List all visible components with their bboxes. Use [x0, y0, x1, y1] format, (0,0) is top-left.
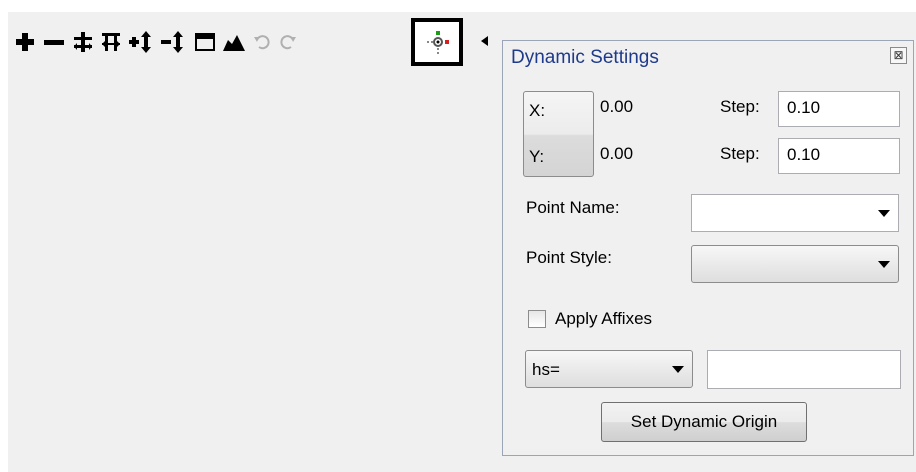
apply-affixes-label[interactable]: Apply Affixes — [555, 309, 652, 329]
y-label: Y: — [529, 147, 545, 166]
point-style-label: Point Style: — [526, 248, 612, 267]
dialog-title: Dynamic Settings — [511, 47, 659, 68]
x-step-label: Step: — [720, 97, 760, 116]
undo-icon — [252, 30, 272, 54]
point-name-label: Point Name: — [526, 198, 620, 217]
chevron-down-icon — [878, 210, 890, 217]
dynamic-settings-toggle[interactable] — [411, 18, 463, 66]
redo-icon — [278, 30, 298, 54]
close-icon[interactable]: ⊠ — [890, 47, 907, 64]
dynamic-point-icon — [427, 31, 449, 54]
point-name-combo[interactable] — [691, 194, 899, 232]
y-step-input[interactable]: 0.10 — [778, 138, 900, 174]
x-value: 0.00 — [600, 97, 634, 116]
affix-text-input[interactable] — [707, 350, 901, 389]
minus-icon[interactable] — [42, 30, 66, 54]
affix-select[interactable]: hs= — [525, 350, 693, 388]
terrain-icon[interactable] — [222, 30, 246, 54]
y-value: 0.00 — [600, 144, 634, 163]
set-dynamic-origin-button[interactable]: Set Dynamic Origin — [601, 402, 807, 442]
remove-row-icon[interactable] — [160, 30, 188, 54]
y-step-label: Step: — [720, 144, 760, 163]
plus-icon[interactable] — [14, 30, 36, 54]
x-label: X: — [529, 101, 546, 120]
chevron-down-icon — [878, 261, 890, 268]
window-icon[interactable] — [194, 30, 216, 54]
x-step-input[interactable]: 0.10 — [778, 91, 900, 127]
add-row-icon[interactable] — [128, 30, 156, 54]
collapse-left-icon[interactable] — [478, 34, 492, 48]
apply-affixes-checkbox[interactable] — [528, 310, 546, 328]
chevron-down-icon — [672, 366, 684, 373]
insert-row-icon[interactable] — [72, 30, 94, 54]
point-style-combo[interactable] — [691, 245, 899, 283]
affix-select-value: hs= — [532, 360, 560, 379]
insert-col-icon[interactable] — [100, 30, 122, 54]
